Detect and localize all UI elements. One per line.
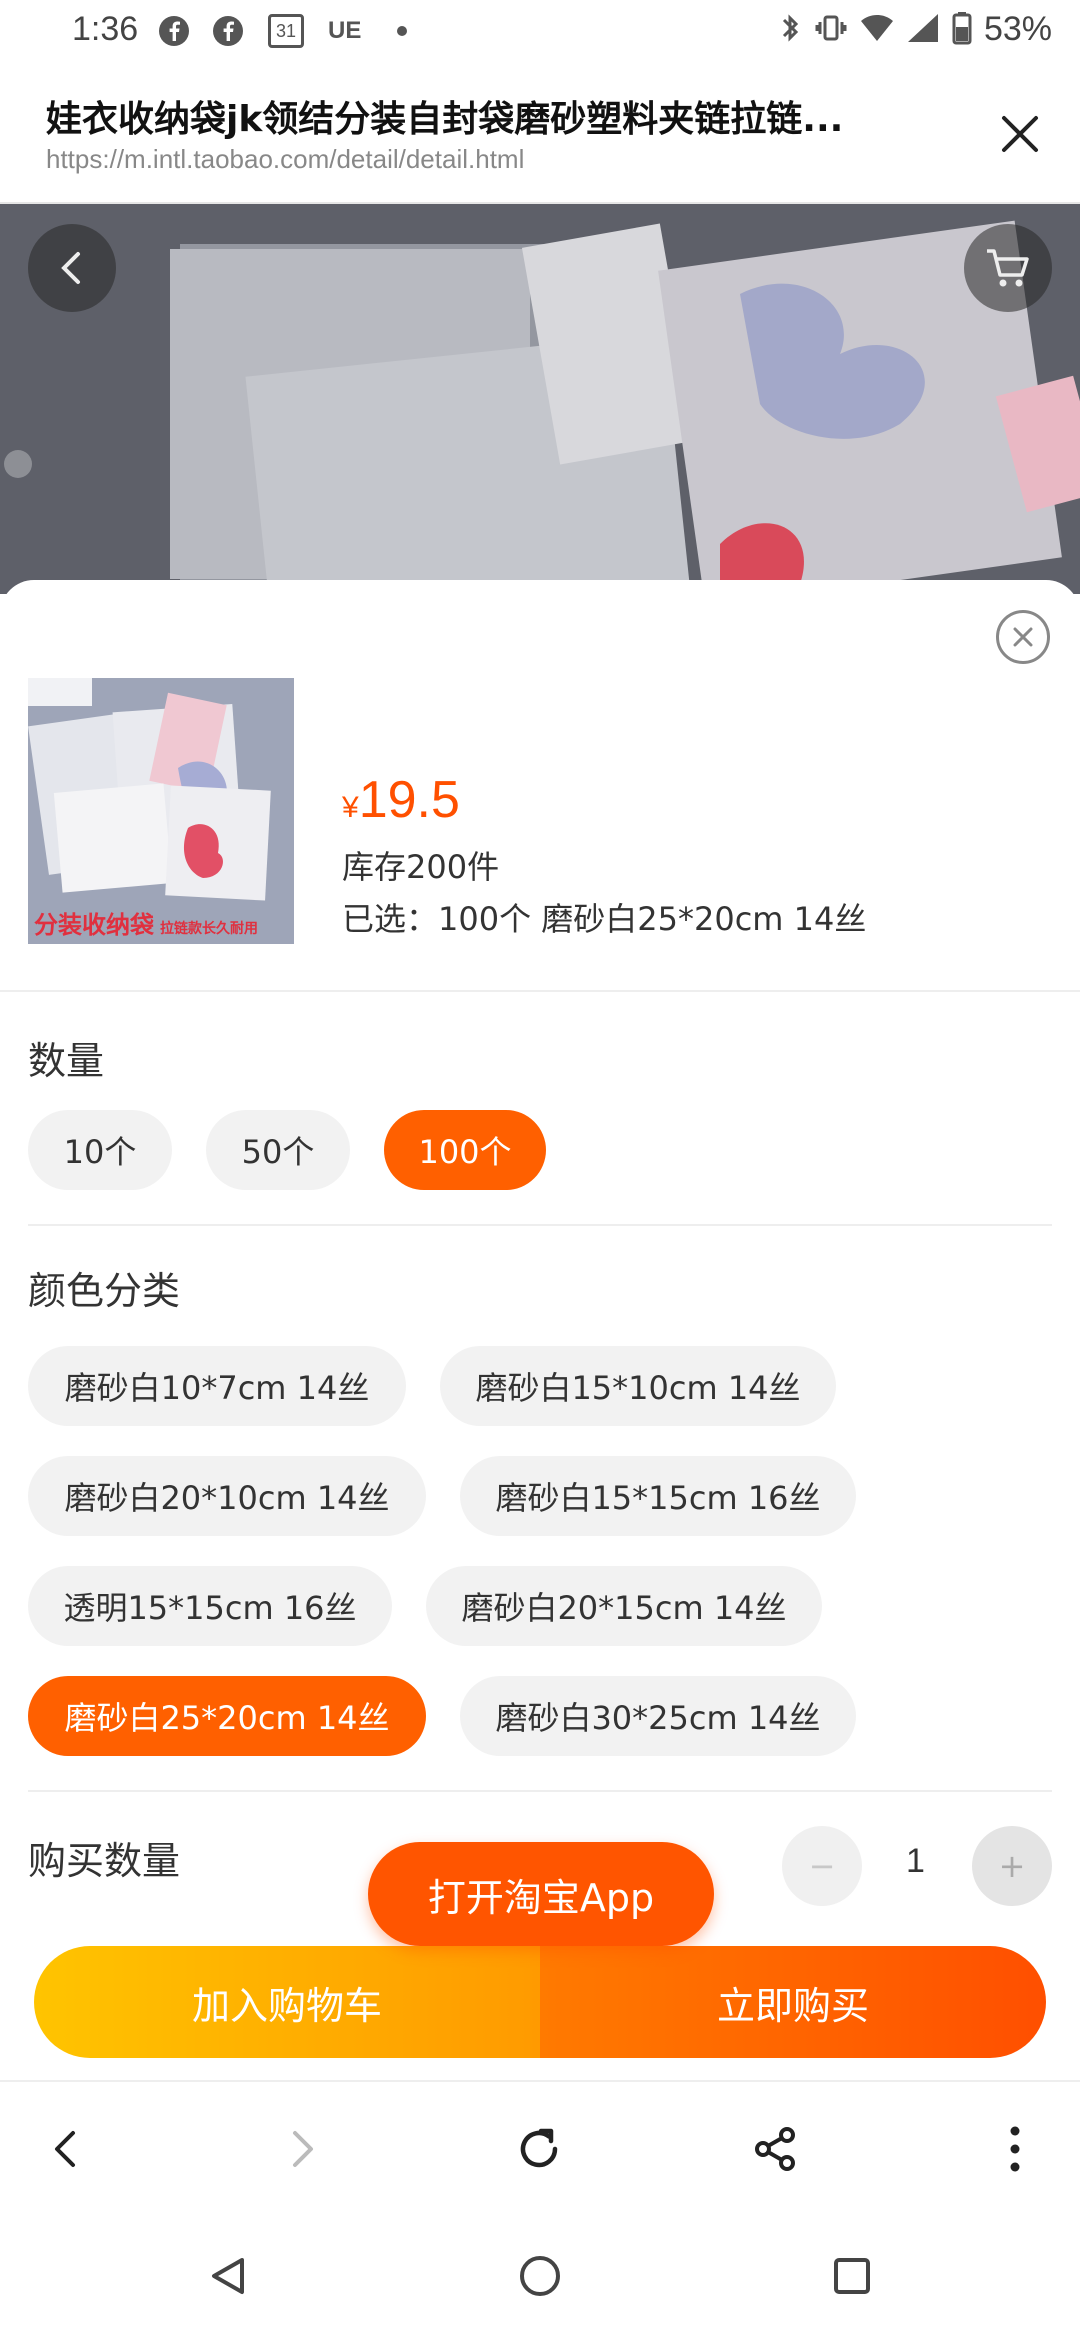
quantity-option-selected[interactable]: 100个 [384,1110,546,1190]
signal-icon [906,12,940,48]
share-icon[interactable] [730,2104,820,2194]
ue-label: UE [328,17,362,44]
sheet-close-icon[interactable] [996,610,1050,664]
battery-percent: 53% [983,10,1052,48]
reload-icon[interactable] [494,2104,584,2194]
calendar-icon: 31 [268,14,304,48]
price-currency: ¥ [342,791,359,824]
color-option[interactable]: 磨砂白20*15cm 14丝 [426,1566,822,1646]
browser-header: 娃衣收纳袋jk领结分装自封袋磨砂塑料夹链拉链... https://m.intl… [0,64,1080,204]
system-back-icon[interactable] [188,2236,268,2316]
browser-back-icon[interactable] [22,2104,112,2194]
selected-summary: 已选：100个 磨砂白25*20cm 14丝 [342,900,867,938]
notification-dot-icon [396,14,408,48]
wifi-icon [860,13,894,47]
open-taobao-app-button[interactable]: 打开淘宝App [368,1842,714,1946]
color-option[interactable]: 磨砂白20*10cm 14丝 [28,1456,426,1536]
browser-toolbar [0,2080,1080,2210]
increment-button[interactable]: + [972,1826,1052,1906]
minus-icon: − [808,1847,836,1885]
product-thumbnail[interactable]: 分装收纳袋 拉链款长久耐用 [28,678,294,944]
product-hero-image [0,204,1080,594]
color-option[interactable]: 磨砂白30*25cm 14丝 [460,1676,856,1756]
divider [28,1224,1052,1226]
add-to-cart-button[interactable]: 加入购物车 [34,1946,540,2058]
stock-text: 库存200件 [342,848,500,886]
page-url[interactable]: https://m.intl.taobao.com/detail/detail.… [46,144,524,175]
system-home-icon[interactable] [500,2236,580,2316]
divider [28,1790,1052,1792]
color-option[interactable]: 透明15*15cm 16丝 [28,1566,392,1646]
buy-now-button[interactable]: 立即购买 [540,1946,1046,2058]
system-recents-icon[interactable] [812,2236,892,2316]
color-option[interactable]: 磨砂白15*15cm 16丝 [460,1456,856,1536]
thumbnail-caption-sub: 拉链款长久耐用 [160,921,258,937]
quantity-section-title: 数量 [28,1039,105,1083]
more-options-icon[interactable] [970,2104,1060,2194]
bluetooth-icon [778,11,802,49]
quantity-value: 1 [906,1842,925,1880]
color-option[interactable]: 磨砂白10*7cm 14丝 [28,1346,406,1426]
browser-forward-icon[interactable] [256,2104,346,2194]
color-option-selected[interactable]: 磨砂白25*20cm 14丝 [28,1676,426,1756]
thumbnail-caption: 分装收纳袋 拉链款长久耐用 [34,905,258,940]
thumbnail-caption-title: 分装收纳袋 [34,911,154,939]
quantity-option[interactable]: 50个 [206,1110,350,1190]
status-bar: 1:36 31 UE 53% [0,0,1080,64]
color-section-title: 颜色分类 [28,1269,181,1313]
divider [0,990,1080,992]
plus-icon: + [998,1847,1026,1885]
decrement-button[interactable]: − [782,1826,862,1906]
back-icon[interactable] [28,224,116,312]
hero-illustration [0,204,1080,594]
purchase-bar: 加入购物车 立即购买 [34,1946,1046,2058]
status-right: 53% [778,10,1052,49]
status-time: 1:36 [72,10,139,48]
calendar-day: 31 [275,20,297,41]
vibrate-icon [814,11,848,49]
facebook-icon [212,14,244,48]
price: ¥19.5 [342,770,460,830]
page-title: 娃衣收纳袋jk领结分装自封袋磨砂塑料夹链拉链... [46,99,844,140]
price-value: 19.5 [358,771,460,829]
close-icon[interactable] [988,102,1052,166]
battery-icon [952,11,972,49]
color-option[interactable]: 磨砂白15*10cm 14丝 [440,1346,836,1426]
cart-icon[interactable] [964,224,1052,312]
buy-quantity-label: 购买数量 [28,1839,181,1883]
system-navigation-bar [0,2210,1080,2340]
quantity-option[interactable]: 10个 [28,1110,172,1190]
facebook-icon [158,14,190,48]
